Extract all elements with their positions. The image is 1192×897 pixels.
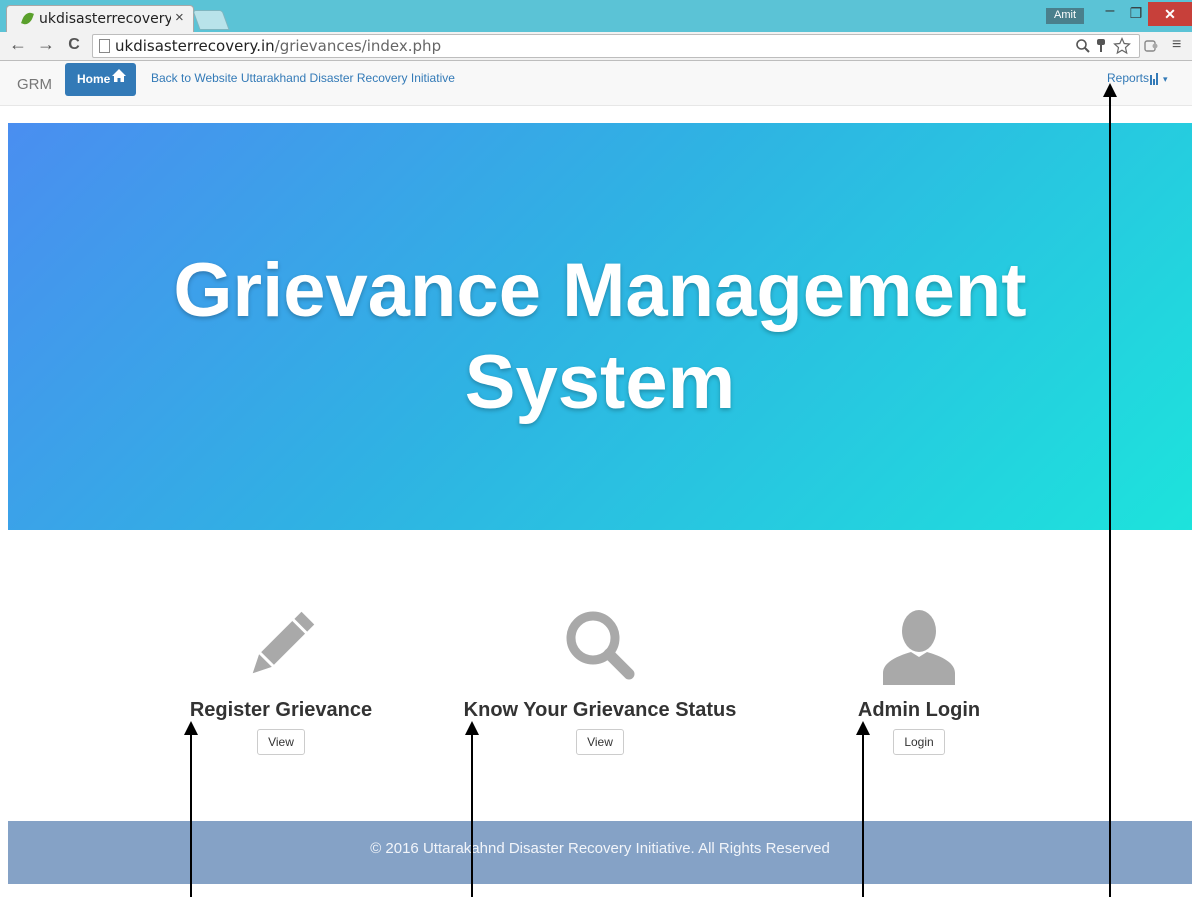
feature-register: Register Grievance View: [121, 605, 441, 755]
url-text: ukdisasterrecovery.in/grievances/index.p…: [115, 37, 441, 55]
back-button[interactable]: ←: [6, 34, 30, 55]
reload-button[interactable]: C: [62, 36, 86, 54]
site-navbar: GRM Home Back to Website Uttarakhand Dis…: [0, 61, 1192, 106]
feature-admin: Admin Login Login: [759, 605, 1079, 755]
user-icon: [883, 610, 955, 685]
pencil-icon: [252, 611, 315, 674]
footer-copyright: © 2016 Uttarakahnd Disaster Recovery Ini…: [370, 840, 830, 857]
admin-login-title: Admin Login: [857, 699, 981, 721]
page-footer: © 2016 Uttarakahnd Disaster Recovery Ini…: [8, 821, 1192, 884]
annotation-arrow-reports: [1109, 96, 1111, 897]
grievance-status-view-button[interactable]: View: [576, 729, 624, 755]
minimize-button[interactable]: ‒: [1096, 2, 1124, 24]
close-window-button[interactable]: ✕: [1148, 2, 1192, 26]
star-icon[interactable]: [1113, 37, 1131, 55]
url-host: ukdisasterrecovery.in: [115, 37, 275, 55]
maximize-button[interactable]: ❐: [1124, 2, 1148, 24]
back-to-website-link[interactable]: Back to Website Uttarakhand Disaster Rec…: [151, 71, 455, 85]
url-path: /grievances/index.php: [274, 37, 442, 55]
brand-logo[interactable]: GRM: [17, 76, 52, 93]
hero-title: Grievance Management System: [8, 245, 1192, 429]
home-button[interactable]: Home: [65, 63, 136, 96]
zoom-icon[interactable]: [1075, 38, 1091, 54]
grievance-status-title: Know Your Grievance Status: [463, 699, 737, 721]
home-icon: [112, 69, 126, 82]
home-button-label: Home: [77, 72, 111, 86]
browser-tab[interactable]: ukdisasterrecovery.in ×: [6, 5, 194, 33]
menu-icon[interactable]: ≡: [1172, 36, 1181, 54]
new-tab-button[interactable]: [192, 10, 230, 30]
extension-icon[interactable]: [1143, 38, 1159, 54]
page-icon: [99, 39, 110, 53]
browser-toolbar: ← → C ukdisasterrecovery.in/grievances/i…: [0, 32, 1192, 61]
feature-status: Know Your Grievance Status View: [440, 605, 760, 755]
tab-title: ukdisasterrecovery.in: [39, 11, 171, 27]
browser-titlebar: ukdisasterrecovery.in × Amit ‒ ❐ ✕: [0, 0, 1192, 33]
annotation-arrow-register: [190, 734, 192, 897]
address-bar[interactable]: ukdisasterrecovery.in/grievances/index.p…: [92, 34, 1140, 58]
key-icon[interactable]: [1095, 38, 1107, 54]
bar-chart-icon: [1150, 71, 1159, 85]
annotation-arrow-admin: [862, 734, 864, 897]
annotation-arrowhead-status: [465, 721, 479, 735]
forward-button[interactable]: →: [34, 34, 58, 55]
hero-banner: Grievance Management System: [8, 123, 1192, 530]
hero-title-line2: System: [464, 340, 736, 425]
search-icon: [566, 611, 635, 680]
caret-down-icon: ▾: [1163, 74, 1168, 84]
profile-badge[interactable]: Amit: [1046, 8, 1084, 24]
hero-title-line1: Grievance Management: [173, 248, 1027, 333]
annotation-arrowhead-register: [184, 721, 198, 735]
favicon-leaf-icon: [21, 10, 34, 27]
annotation-arrowhead-reports: [1103, 83, 1117, 97]
register-grievance-view-button[interactable]: View: [257, 729, 305, 755]
register-grievance-title: Register Grievance: [189, 699, 373, 721]
tab-close-icon[interactable]: ×: [175, 9, 184, 26]
annotation-arrowhead-admin: [856, 721, 870, 735]
admin-login-button[interactable]: Login: [893, 729, 945, 755]
annotation-arrow-status: [471, 734, 473, 897]
